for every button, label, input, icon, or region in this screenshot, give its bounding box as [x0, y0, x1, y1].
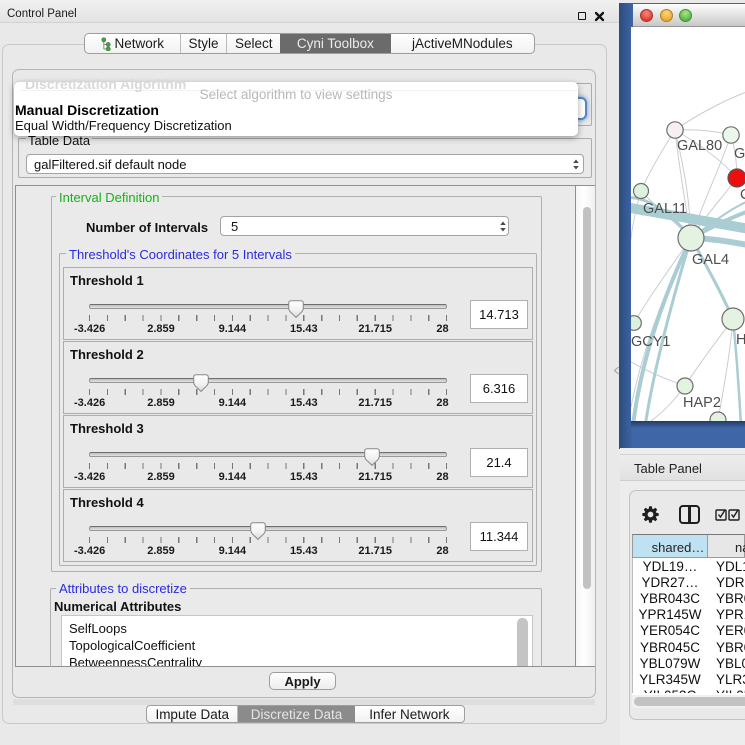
svg-text:GA: GA	[734, 146, 745, 162]
svg-text:H: H	[736, 332, 745, 348]
svg-text:HAP2: HAP2	[683, 395, 721, 411]
svg-text:C: C	[740, 187, 745, 203]
svg-text:GCY1: GCY1	[631, 334, 671, 350]
svg-text:GAL4: GAL4	[692, 252, 729, 268]
svg-text:GAL11: GAL11	[643, 201, 687, 217]
svg-text:GAL80: GAL80	[677, 138, 722, 154]
